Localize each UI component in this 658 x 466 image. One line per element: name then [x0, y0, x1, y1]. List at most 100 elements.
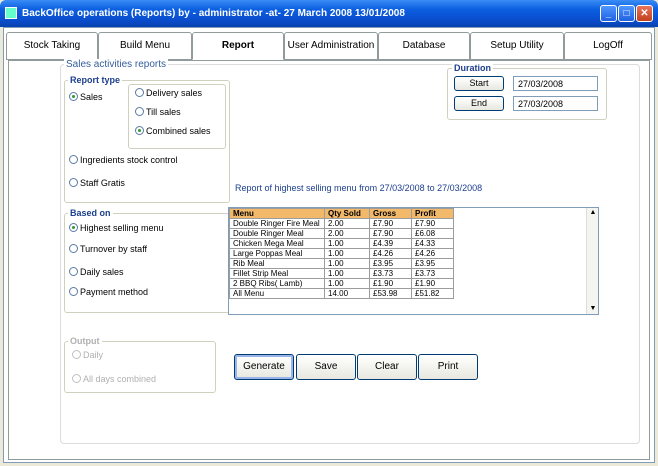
generate-button[interactable]: Generate — [234, 354, 294, 380]
table-cell: Double Ringer Meal — [229, 228, 325, 239]
duration-legend: Duration — [452, 63, 493, 73]
radio-dot-icon — [135, 126, 144, 135]
radio-dot-icon — [69, 287, 78, 296]
radio-till-sales-label: Till sales — [146, 107, 181, 117]
radio-highest-selling[interactable]: Highest selling menu — [69, 223, 164, 233]
table-cell: £7.90 — [369, 228, 412, 239]
table-cell: £4.26 — [411, 248, 454, 259]
tab-logoff[interactable]: LogOff — [564, 32, 652, 60]
start-button[interactable]: Start — [454, 76, 504, 91]
minimize-icon[interactable]: _ — [600, 5, 617, 22]
based-on-legend: Based on — [68, 208, 113, 218]
tab-report[interactable]: Report — [192, 32, 284, 60]
radio-staff-gratis[interactable]: Staff Gratis — [69, 178, 125, 188]
table-cell: £51.82 — [411, 288, 454, 299]
table-cell: 1.00 — [324, 238, 370, 249]
end-button[interactable]: End — [454, 96, 504, 111]
radio-ingredients-label: Ingredients stock control — [80, 155, 178, 165]
results-grid[interactable]: Menu Qty Sold Gross Profit Double Ringer… — [228, 207, 599, 315]
table-row[interactable]: 2 BBQ Ribs( Lamb) 1.00 £1.90 £1.90 — [229, 278, 454, 289]
print-button[interactable]: Print — [418, 354, 478, 380]
title-bar: BackOffice operations (Reports) by - adm… — [0, 0, 658, 27]
radio-payment-method[interactable]: Payment method — [69, 287, 148, 297]
table-cell: 2 BBQ Ribs( Lamb) — [229, 278, 325, 289]
app-icon — [5, 7, 17, 19]
tab-setup-utility[interactable]: Setup Utility — [470, 32, 564, 60]
vertical-scrollbar[interactable]: ▲ ▼ — [586, 208, 598, 314]
radio-dot-icon — [69, 155, 78, 164]
tab-build-menu[interactable]: Build Menu — [98, 32, 192, 60]
table-row[interactable]: All Menu 14.00 £53.98 £51.82 — [229, 288, 454, 299]
tab-strip: Stock Taking Build Menu Report User Admi… — [4, 28, 654, 62]
table-cell: £4.26 — [369, 248, 412, 259]
radio-sales[interactable]: Sales — [69, 92, 103, 102]
table-cell: £3.73 — [411, 268, 454, 279]
scroll-up-icon[interactable]: ▲ — [587, 208, 598, 218]
start-date-field[interactable]: 27/03/2008 — [513, 76, 598, 91]
tab-stock-taking[interactable]: Stock Taking — [6, 32, 98, 60]
radio-dot-icon — [72, 350, 81, 359]
table-row[interactable]: Rib Meal 1.00 £3.95 £3.95 — [229, 258, 454, 269]
table-cell: £6.08 — [411, 228, 454, 239]
radio-combined-sales-label: Combined sales — [146, 126, 211, 136]
section-title: Sales activities reports — [64, 59, 169, 70]
radio-dot-icon — [69, 267, 78, 276]
table-row[interactable]: Double Ringer Fire Meal 2.00 £7.90 £7.90 — [229, 218, 454, 229]
radio-turnover-staff-label: Turnover by staff — [80, 244, 148, 254]
radio-dot-icon — [69, 92, 78, 101]
radio-daily-sales[interactable]: Daily sales — [69, 267, 124, 277]
radio-delivery-sales-label: Delivery sales — [146, 88, 203, 98]
radio-output-daily[interactable]: Daily — [72, 350, 103, 360]
save-button[interactable]: Save — [296, 354, 356, 380]
radio-payment-method-label: Payment method — [80, 287, 149, 297]
radio-turnover-staff[interactable]: Turnover by staff — [69, 244, 147, 254]
table-cell: 1.00 — [324, 258, 370, 269]
radio-ingredients[interactable]: Ingredients stock control — [69, 155, 178, 165]
table-cell: £3.95 — [369, 258, 412, 269]
report-caption: Report of highest selling menu from 27/0… — [235, 183, 483, 193]
table-cell: £53.98 — [369, 288, 412, 299]
radio-output-combined-label: All days combined — [83, 374, 157, 384]
maximize-icon[interactable]: □ — [618, 5, 635, 22]
radio-delivery-sales[interactable]: Delivery sales — [135, 88, 202, 98]
table-cell: £3.73 — [369, 268, 412, 279]
table-cell: £4.33 — [411, 238, 454, 249]
table-cell: Chicken Mega Meal — [229, 238, 325, 249]
table-cell: 1.00 — [324, 268, 370, 279]
close-icon[interactable]: ✕ — [636, 5, 653, 22]
table-cell: Fillet Strip Meal — [229, 268, 325, 279]
table-cell: £1.90 — [369, 278, 412, 289]
table-cell: All Menu — [229, 288, 325, 299]
table-cell: 1.00 — [324, 278, 370, 289]
radio-dot-icon — [69, 223, 78, 232]
output-legend: Output — [68, 336, 102, 346]
table-cell: £7.90 — [411, 218, 454, 229]
radio-highest-selling-label: Highest selling menu — [80, 223, 164, 233]
radio-output-daily-label: Daily — [83, 350, 104, 360]
table-cell: Rib Meal — [229, 258, 325, 269]
radio-dot-icon — [135, 88, 144, 97]
table-row[interactable]: Double Ringer Meal 2.00 £7.90 £6.08 — [229, 228, 454, 239]
tab-user-administration[interactable]: User Administration — [284, 32, 378, 60]
table-cell: Large Poppas Meal — [229, 248, 325, 259]
table-row[interactable]: Large Poppas Meal 1.00 £4.26 £4.26 — [229, 248, 454, 259]
radio-output-combined[interactable]: All days combined — [72, 374, 156, 384]
column-header-menu: Menu — [229, 208, 325, 219]
radio-combined-sales[interactable]: Combined sales — [135, 126, 211, 136]
table-cell: £3.95 — [411, 258, 454, 269]
table-cell: 2.00 — [324, 218, 370, 229]
scroll-down-icon[interactable]: ▼ — [587, 304, 598, 314]
radio-dot-icon — [72, 374, 81, 383]
radio-till-sales[interactable]: Till sales — [135, 107, 181, 117]
radio-sales-label: Sales — [80, 92, 103, 102]
window-title: BackOffice operations (Reports) by - adm… — [22, 8, 405, 19]
table-row[interactable]: Fillet Strip Meal 1.00 £3.73 £3.73 — [229, 268, 454, 279]
end-date-field[interactable]: 27/03/2008 — [513, 96, 598, 111]
table-cell: £1.90 — [411, 278, 454, 289]
tab-database[interactable]: Database — [378, 32, 470, 60]
table-cell: £7.90 — [369, 218, 412, 229]
table-row[interactable]: Chicken Mega Meal 1.00 £4.39 £4.33 — [229, 238, 454, 249]
column-header-qty: Qty Sold — [324, 208, 370, 219]
clear-button[interactable]: Clear — [357, 354, 417, 380]
radio-daily-sales-label: Daily sales — [80, 267, 124, 277]
